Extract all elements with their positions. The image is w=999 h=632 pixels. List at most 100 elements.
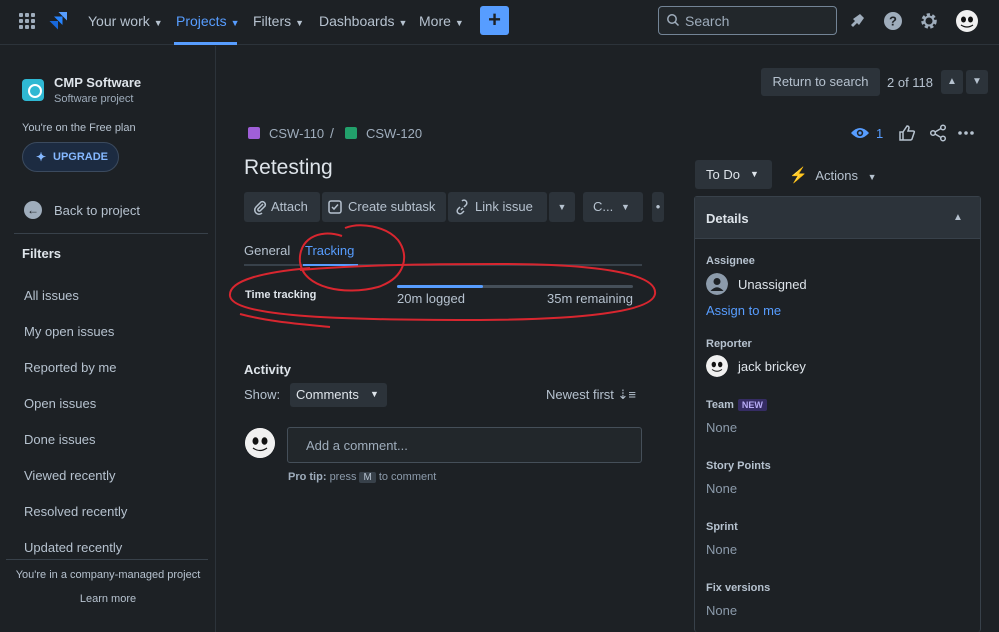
filter-resolved-recently[interactable]: Resolved recently (24, 504, 127, 519)
story-points-value[interactable]: None (706, 481, 737, 496)
create-subtask-button[interactable]: Create subtask (322, 192, 446, 222)
filter-all-issues[interactable]: All issues (24, 288, 79, 303)
tab-active-indicator (303, 264, 358, 266)
reporter-label: Reporter (706, 338, 752, 350)
project-name[interactable]: CMP Software (54, 75, 141, 90)
breadcrumb-parent[interactable]: CSW-110 (269, 126, 324, 141)
sort-icon: ⇣≡ (617, 387, 637, 402)
attach-label: Attach (271, 199, 308, 214)
overflow-button[interactable]: • (652, 192, 664, 222)
more-dots-icon: • (655, 199, 661, 214)
user-avatar-icon[interactable] (955, 9, 979, 33)
lightning-icon: ⚡ (789, 167, 808, 184)
show-label: Show: (244, 387, 281, 402)
more-actions-button[interactable]: C... ▼ (583, 192, 643, 222)
svg-text:?: ? (889, 14, 897, 29)
link-issue-dropdown-button[interactable]: ▼ (549, 192, 575, 222)
details-header[interactable]: Details ▲ (695, 197, 980, 239)
subtask-icon (328, 200, 342, 214)
filter-done-issues[interactable]: Done issues (24, 432, 96, 447)
filter-my-open-issues[interactable]: My open issues (24, 324, 114, 339)
team-label: Team NEW (706, 399, 767, 411)
sort-order-button[interactable]: Newest first ⇣≡ (546, 387, 636, 403)
activity-heading: Activity (244, 362, 291, 377)
chevron-down-icon: ▼ (621, 202, 630, 212)
actions-label: Actions (815, 168, 858, 183)
share-icon[interactable] (929, 124, 947, 142)
sparkle-icon: ✦ (36, 150, 47, 164)
skull-avatar-icon (245, 428, 275, 458)
current-user-avatar (245, 428, 275, 458)
learn-more-link[interactable]: Learn more (0, 593, 216, 605)
thumbs-up-icon[interactable] (898, 124, 916, 142)
search-box[interactable] (658, 6, 837, 35)
activity-filter-value: Comments (296, 387, 359, 402)
eye-icon (851, 128, 869, 138)
previous-issue-button[interactable]: ▲ (941, 70, 963, 94)
chevron-up-icon: ▲ (953, 212, 963, 223)
upgrade-button[interactable]: ✦ UPGRADE (22, 142, 119, 172)
filters-heading: Filters (22, 246, 62, 261)
new-badge: NEW (737, 399, 767, 411)
app-switcher-icon[interactable] (19, 13, 35, 29)
link-icon (456, 199, 468, 215)
filter-updated-recently[interactable]: Updated recently (24, 540, 122, 555)
nav-projects[interactable]: Projects ▼ (176, 13, 240, 29)
chevron-up-icon: ▲ (947, 76, 957, 87)
help-icon[interactable]: ? (882, 10, 904, 32)
nav-more[interactable]: More ▼ (419, 13, 464, 29)
actions-button[interactable]: ⚡ Actions ▼ (789, 166, 877, 184)
chevron-down-icon: ▼ (557, 202, 567, 212)
filter-reported-by-me[interactable]: Reported by me (24, 360, 117, 375)
watcher-count: 1 (876, 126, 884, 141)
fix-versions-value[interactable]: None (706, 603, 737, 618)
comment-input[interactable] (306, 436, 626, 454)
company-managed-note: You're in a company-managed project (15, 569, 201, 581)
create-button[interactable]: + (480, 6, 509, 35)
assignee-value[interactable]: Unassigned (738, 277, 807, 292)
nav-your-work[interactable]: Your work ▼ (88, 13, 163, 29)
time-remaining: 35m remaining (547, 291, 633, 306)
filter-open-issues[interactable]: Open issues (24, 396, 96, 411)
settings-icon[interactable] (918, 10, 940, 32)
plan-note: You're on the Free plan (22, 122, 136, 134)
sprint-value[interactable]: None (706, 542, 737, 557)
nav-dashboards[interactable]: Dashboards ▼ (319, 13, 407, 29)
project-avatar-icon[interactable] (22, 79, 44, 101)
filter-viewed-recently[interactable]: Viewed recently (24, 468, 116, 483)
next-issue-button[interactable]: ▼ (966, 70, 988, 94)
issue-title[interactable]: Retesting (244, 156, 333, 180)
details-heading: Details (706, 211, 749, 226)
reporter-value[interactable]: jack brickey (738, 359, 806, 374)
more-options-icon[interactable] (957, 124, 975, 142)
assignee-label: Assignee (706, 255, 755, 267)
team-value[interactable]: None (706, 420, 737, 435)
pro-tip-heading: Pro tip: (288, 471, 327, 483)
upgrade-label: UPGRADE (53, 151, 109, 163)
status-value: To Do (706, 167, 740, 182)
notifications-icon[interactable] (846, 10, 868, 32)
chevron-down-icon: ▼ (398, 18, 408, 28)
status-dropdown[interactable]: To Do ▼ (695, 160, 772, 189)
activity-filter-select[interactable]: Comments ▼ (290, 383, 387, 407)
unassigned-avatar-icon (706, 273, 728, 295)
comment-box[interactable] (287, 427, 642, 463)
time-tracking-bar[interactable] (397, 285, 633, 288)
search-input[interactable] (685, 11, 830, 31)
link-issue-button[interactable]: Link issue (448, 192, 547, 222)
jira-logo-icon[interactable] (46, 9, 70, 33)
chevron-down-icon: ▼ (153, 18, 163, 28)
time-tracking-label: Time tracking (245, 289, 317, 301)
nav-filters[interactable]: Filters ▼ (253, 13, 304, 29)
project-sidebar: CMP Software Software project You're on … (0, 46, 216, 632)
tab-tracking[interactable]: Tracking (305, 243, 354, 258)
time-tracking-fill (397, 285, 483, 288)
attach-button[interactable]: Attach (244, 192, 320, 222)
link-issue-label: Link issue (475, 199, 533, 214)
return-to-search-button[interactable]: Return to search (761, 68, 880, 96)
paperclip-icon (254, 200, 267, 215)
breadcrumb-issue[interactable]: CSW-120 (366, 126, 422, 141)
tab-general[interactable]: General (244, 243, 290, 258)
assign-to-me-link[interactable]: Assign to me (706, 303, 781, 318)
pro-tip-press: press (329, 471, 357, 483)
